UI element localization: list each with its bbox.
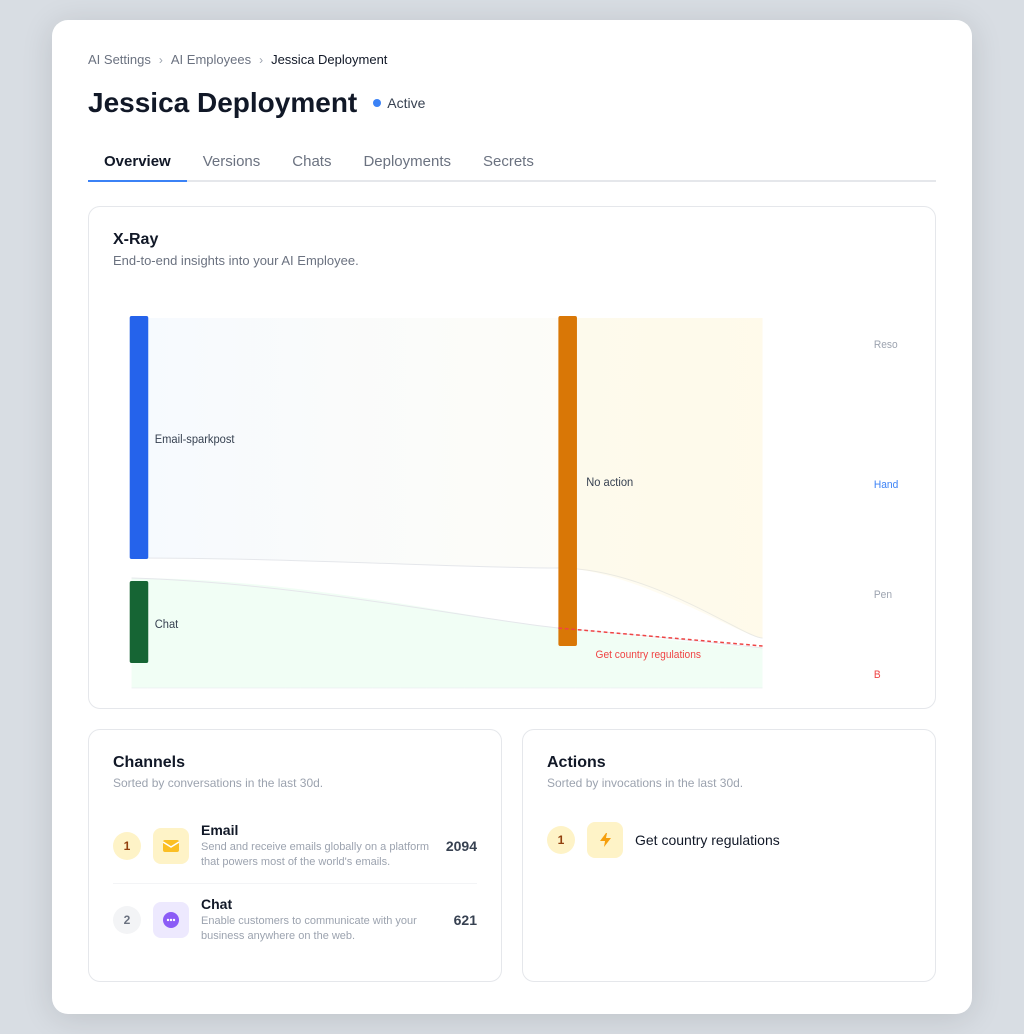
status-label: Active <box>387 95 425 111</box>
channel-item-email: 1 Email Send and receive emails globally… <box>113 810 477 884</box>
action-rank-1: 1 <box>547 826 575 854</box>
breadcrumb-sep-2: › <box>259 53 263 67</box>
channel-count-chat: 621 <box>454 912 477 928</box>
breadcrumb-sep-1: › <box>159 53 163 67</box>
xray-title: X-Ray <box>113 231 911 249</box>
channels-card: Channels Sorted by conversations in the … <box>88 729 502 982</box>
svg-text:Get country regulations: Get country regulations <box>596 649 702 661</box>
xray-subtitle: End-to-end insights into your AI Employe… <box>113 253 911 268</box>
svg-text:B: B <box>874 669 881 681</box>
channel-item-chat: 2 Chat Enable customers to communicate w… <box>113 884 477 957</box>
rank-badge-2: 2 <box>113 906 141 934</box>
tab-overview[interactable]: Overview <box>88 143 187 182</box>
status-dot <box>373 99 381 107</box>
svg-text:Pen: Pen <box>874 589 892 601</box>
svg-text:Email-sparkpost: Email-sparkpost <box>155 434 235 446</box>
channel-name-email: Email <box>201 822 434 838</box>
channels-title: Channels <box>113 754 477 772</box>
action-name-1: Get country regulations <box>635 832 780 848</box>
tab-secrets[interactable]: Secrets <box>467 143 550 182</box>
rank-badge-1: 1 <box>113 832 141 860</box>
svg-text:Reso: Reso <box>874 339 898 351</box>
channel-desc-chat: Enable customers to communicate with you… <box>201 914 442 945</box>
svg-text:Hand: Hand <box>874 479 898 491</box>
actions-title: Actions <box>547 754 911 772</box>
tab-bar: Overview Versions Chats Deployments Secr… <box>88 143 936 182</box>
chat-icon <box>153 902 189 938</box>
svg-text:Chat: Chat <box>155 619 179 631</box>
breadcrumb-ai-settings[interactable]: AI Settings <box>88 52 151 67</box>
action-item-1: 1 Get country regulations <box>547 810 911 870</box>
actions-card: Actions Sorted by invocations in the las… <box>522 729 936 982</box>
tab-deployments[interactable]: Deployments <box>347 143 467 182</box>
email-icon <box>153 828 189 864</box>
channel-count-email: 2094 <box>446 838 477 854</box>
xray-section: X-Ray End-to-end insights into your AI E… <box>88 206 936 709</box>
breadcrumb-current: Jessica Deployment <box>271 52 387 67</box>
svg-text:No action: No action <box>586 477 633 489</box>
channel-name-chat: Chat <box>201 896 442 912</box>
channel-desc-email: Send and receive emails globally on a pl… <box>201 840 434 871</box>
channels-subtitle: Sorted by conversations in the last 30d. <box>113 776 477 790</box>
breadcrumb: AI Settings › AI Employees › Jessica Dep… <box>88 52 936 67</box>
page-title: Jessica Deployment <box>88 87 357 119</box>
xray-chart: Email-sparkpost Chat No action Reso Hand… <box>113 288 911 708</box>
tab-versions[interactable]: Versions <box>187 143 277 182</box>
action-icon-lightning <box>587 822 623 858</box>
tab-chats[interactable]: Chats <box>276 143 347 182</box>
actions-subtitle: Sorted by invocations in the last 30d. <box>547 776 911 790</box>
main-window: AI Settings › AI Employees › Jessica Dep… <box>52 20 972 1014</box>
status-badge: Active <box>373 95 425 111</box>
breadcrumb-ai-employees[interactable]: AI Employees <box>171 52 251 67</box>
